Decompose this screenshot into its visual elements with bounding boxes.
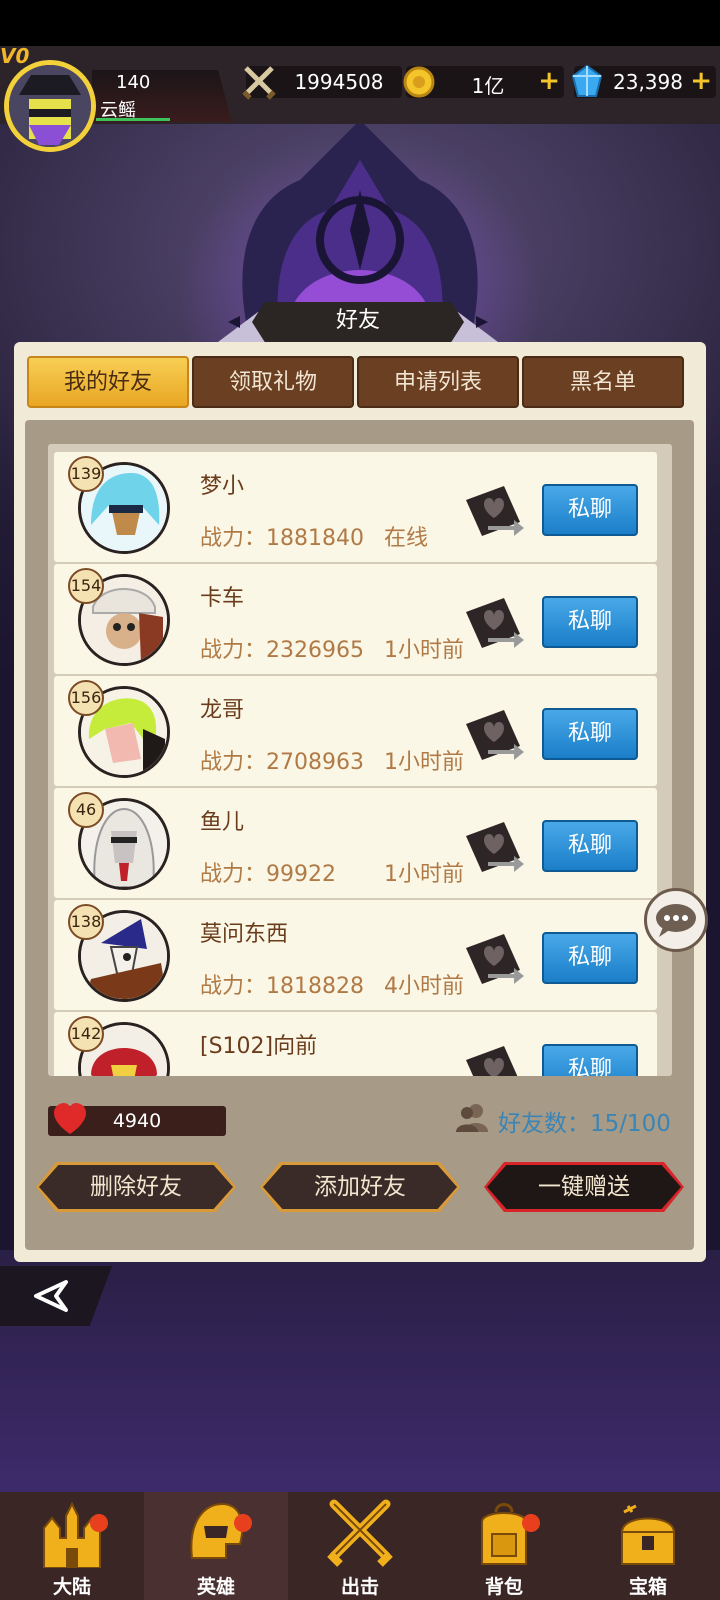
notification-dot [234, 1514, 252, 1532]
nav-label: 出击 [340, 1576, 379, 1598]
gold-value: 1亿 [471, 74, 505, 98]
friend-row[interactable]: 139 梦小 战力：1881840 在线 私聊 [54, 452, 657, 562]
private-chat-button[interactable]: 私聊 [542, 1044, 638, 1076]
friend-name: 龙哥 [200, 698, 245, 723]
friend-row[interactable]: 156 龙哥 战力：2708963 1小时前 私聊 [54, 676, 657, 786]
private-chat-button[interactable]: 私聊 [542, 484, 638, 536]
friend-power: 战力：2326965 [200, 638, 364, 663]
delete-friend-button[interactable]: 删除好友 [36, 1162, 236, 1212]
background-lower [0, 1250, 720, 1492]
private-chat-button[interactable]: 私聊 [542, 596, 638, 648]
private-chat-button[interactable]: 私聊 [542, 820, 638, 872]
friend-level-badge: 142 [68, 1016, 104, 1052]
send-heart-icon[interactable] [464, 482, 524, 538]
send-heart-icon[interactable] [464, 594, 524, 650]
private-chat-button[interactable]: 私聊 [542, 708, 638, 760]
treasure-chest-icon [620, 1504, 676, 1565]
friend-level-badge: 156 [68, 680, 104, 716]
chat-bubble-button[interactable] [644, 888, 708, 952]
friend-power: 战力：2708963 [200, 750, 364, 775]
nav-label: 背包 [484, 1576, 523, 1598]
vip-level: V0 [0, 44, 30, 68]
nav-heroes[interactable]: 英雄 [144, 1492, 288, 1600]
friend-level-badge: 138 [68, 904, 104, 940]
nav-label: 宝箱 [628, 1576, 667, 1598]
chat-bubble-icon [656, 904, 696, 937]
add-friend-button[interactable]: 添加好友 [260, 1162, 460, 1212]
gold-resource: 1亿 + [403, 66, 564, 98]
add-gems-button[interactable]: + [690, 66, 712, 96]
nav-continent[interactable]: 大陆 [0, 1492, 144, 1600]
nav-label: 英雄 [196, 1576, 235, 1598]
friend-online-status: 1小时前 [384, 638, 464, 663]
notification-dot [90, 1514, 108, 1532]
tab-request-list[interactable]: 申请列表 [357, 356, 519, 408]
player-level: 140 [116, 72, 151, 93]
friend-online-status: 1小时前 [384, 862, 464, 887]
tab-my-friends[interactable]: 我的好友 [27, 356, 189, 408]
friends-people-icon [456, 1104, 488, 1132]
power-value: 1994508 [294, 70, 384, 94]
friend-count: 好友数：15/100 [498, 1111, 671, 1137]
nav-label: 大陆 [52, 1576, 91, 1598]
player-avatar[interactable] [4, 60, 96, 152]
tab-blacklist[interactable]: 黑名单 [522, 356, 684, 408]
friend-level-badge: 46 [68, 792, 104, 828]
castle-icon [43, 1501, 101, 1568]
send-heart-icon[interactable] [464, 930, 524, 986]
friend-name: 梦小 [200, 474, 245, 499]
crossed-swords-icon [327, 1499, 393, 1567]
heart-count-value: 4940 [112, 1110, 162, 1132]
gem-value: 23,398 [613, 70, 683, 94]
nav-treasure[interactable]: 宝箱 [576, 1492, 720, 1600]
send-heart-icon[interactable] [464, 706, 524, 762]
blue-gem-icon [571, 64, 603, 97]
red-heart-icon [54, 1103, 86, 1134]
friend-power: 战力：1881840 [200, 526, 364, 551]
friend-power: 战力：1818828 [200, 974, 364, 999]
friend-level-badge: 139 [68, 456, 104, 492]
friends-list[interactable]: 139 梦小 战力：1881840 在线 私聊 154 卡车 战力：232696… [48, 444, 672, 1076]
masked-hero-icon [9, 65, 91, 147]
private-chat-button[interactable]: 私聊 [542, 932, 638, 984]
power-resource: 1994508 [242, 66, 402, 100]
add-gold-button[interactable]: + [538, 66, 560, 96]
send-heart-icon[interactable] [464, 1042, 524, 1076]
friend-name: 鱼儿 [200, 810, 245, 835]
friend-online-status: 4小时前 [384, 974, 464, 999]
friend-name: [S102]向前 [200, 1034, 318, 1059]
panel-title: 好友 [252, 302, 464, 342]
friend-online-status: 1小时前 [384, 750, 464, 775]
friend-level-badge: 154 [68, 568, 104, 604]
notification-dot [522, 1514, 540, 1532]
friend-name: 莫问东西 [200, 922, 289, 947]
crossed-swords-icon [242, 66, 276, 100]
send-heart-icon[interactable] [464, 818, 524, 874]
status-bar [0, 0, 720, 46]
nav-battle[interactable]: 出击 [288, 1492, 432, 1600]
friend-online-status: 在线 [384, 526, 429, 551]
tab-claim-gifts[interactable]: 领取礼物 [192, 356, 354, 408]
friend-row[interactable]: 46 鱼儿 战力：99922 1小时前 私聊 [54, 788, 657, 898]
gold-coin-icon [403, 66, 435, 98]
bottom-navigation: 大陆 英雄 出击 背包 宝箱 [0, 1492, 720, 1600]
friend-row[interactable]: 142 [S102]向前 私聊 [54, 1012, 657, 1076]
nav-backpack[interactable]: 背包 [432, 1492, 576, 1600]
back-arrow-icon [34, 1280, 68, 1312]
friend-row[interactable]: 154 卡车 战力：2326965 1小时前 私聊 [54, 564, 657, 674]
backpack-icon [481, 1503, 527, 1565]
friend-power: 战力：99922 [200, 862, 336, 887]
xp-bar [96, 118, 170, 121]
friend-name: 卡车 [200, 586, 245, 611]
gem-resource: 23,398 + [571, 64, 716, 98]
helmet-icon [190, 1502, 244, 1559]
friend-row[interactable]: 138 莫问东西 战力：1818828 4小时前 私聊 [54, 900, 657, 1010]
gift-all-button[interactable]: 一键赠送 [484, 1162, 684, 1212]
